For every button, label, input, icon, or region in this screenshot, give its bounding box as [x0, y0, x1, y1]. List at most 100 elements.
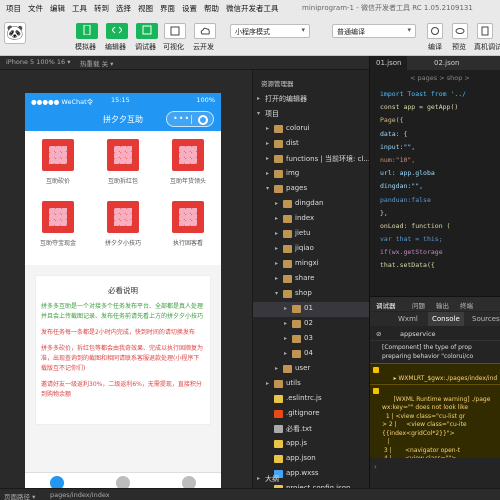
compile-button[interactable]: [427, 23, 443, 39]
menu-item[interactable]: 界面: [160, 3, 175, 17]
file-item[interactable]: .gitignore: [253, 407, 370, 422]
cloud-button[interactable]: [194, 23, 216, 39]
simulator-toggle-button[interactable]: [76, 23, 98, 39]
folder-icon: [283, 215, 292, 223]
code-lines[interactable]: import Toast from '../ const app = getApp…: [380, 90, 500, 275]
folder-item[interactable]: ▸ functions | 当前环境: cl...: [253, 152, 370, 167]
editor-toggle-button[interactable]: [106, 23, 128, 39]
folder-item[interactable]: ▸ jietu: [253, 227, 370, 242]
folder-item[interactable]: ▸ mingxi: [253, 257, 370, 272]
editor-tab[interactable]: 02.json: [428, 56, 465, 70]
console-tab[interactable]: Console: [428, 312, 464, 326]
console-tab[interactable]: Sources: [472, 315, 500, 323]
folder-item[interactable]: ▸ utils: [253, 377, 370, 392]
breadcrumb[interactable]: < pages > shop >: [410, 74, 470, 82]
grid-item-icon: [172, 201, 204, 233]
menu-item[interactable]: 设置: [182, 3, 197, 17]
folder-item[interactable]: ▸ 04: [253, 347, 370, 362]
grid-item[interactable]: 互助拆红包: [93, 139, 153, 185]
outline-section[interactable]: ▸ 大纲: [253, 472, 370, 487]
tree-item-label: colorui: [286, 124, 310, 132]
hot-reload-select[interactable]: 热重载 关 ▾: [80, 58, 113, 68]
grid-item-label: 执行固客看: [172, 240, 203, 247]
folder-item[interactable]: ▾ pages: [253, 182, 370, 197]
file-icon: [274, 425, 283, 433]
console-prompt[interactable]: ›: [374, 463, 377, 471]
menu-item[interactable]: 视图: [138, 3, 153, 17]
page-path-select[interactable]: 页面路径 ▾: [4, 491, 35, 500]
preview-button[interactable]: [452, 23, 468, 39]
chevron-down-icon: ▾: [275, 290, 279, 297]
mode-select[interactable]: 小程序模式 ▾: [230, 24, 310, 38]
devtools-window: 项目 文件 编辑 工具 转到 选择 视图 界面 设置 帮助 微信开发者工具 miniprogram-…: [0, 0, 500, 500]
menu-item[interactable]: 编辑: [50, 3, 65, 17]
menu-item[interactable]: 项目: [6, 3, 21, 17]
outline-label: 大纲: [265, 475, 279, 483]
battery-text: 100%: [196, 96, 215, 104]
folder-item[interactable]: ▾ shop: [253, 287, 370, 302]
compile-select[interactable]: 普通编译 ▾: [332, 24, 416, 38]
remote-debug-button[interactable]: [477, 23, 493, 39]
folder-item[interactable]: ▸ colorui: [253, 122, 370, 137]
grid-item[interactable]: 拼夕夕小技巧: [93, 201, 153, 247]
compile-select-value: 普通编译: [337, 28, 365, 36]
menu-item[interactable]: 工具: [72, 3, 87, 17]
debugger-tab[interactable]: 问题: [412, 300, 425, 310]
folder-item[interactable]: ▸ 01: [253, 302, 370, 317]
menu-item[interactable]: 微信开发者工具: [226, 3, 279, 17]
chevron-right-icon: ▸: [257, 95, 261, 102]
file-item[interactable]: 必看.txt: [253, 422, 370, 437]
window-title: miniprogram-1 - 微信开发者工具 RC 1.05.2109131: [302, 4, 473, 12]
grid-item-icon: [42, 139, 74, 171]
grid-item[interactable]: 互助砍价: [28, 139, 88, 185]
more-icon[interactable]: •••: [173, 114, 190, 123]
folder-icon: [274, 125, 283, 133]
grid-item-icon: [172, 139, 204, 171]
close-icon[interactable]: [198, 115, 208, 125]
menu-item[interactable]: 选择: [116, 3, 131, 17]
menu-item[interactable]: 转到: [94, 3, 109, 17]
chevron-right-icon: ▸: [266, 155, 270, 162]
folder-item[interactable]: ▸ dist: [253, 137, 370, 152]
folder-item[interactable]: ▸ share: [253, 272, 370, 287]
editor-tab[interactable]: 01.json: [370, 56, 408, 70]
feature-grid: 互助砍价 互助拆红包 互助年货领头互助夺宝现金 拼夕夕小技巧 执行固客看: [25, 131, 221, 265]
visual-button[interactable]: [164, 23, 186, 39]
user-avatar[interactable]: 🐼: [4, 22, 26, 44]
folder-item[interactable]: ▸ 03: [253, 332, 370, 347]
chevron-right-icon: ▸: [284, 335, 288, 342]
context-select[interactable]: appservice: [400, 330, 436, 338]
debugger-toggle-button[interactable]: [136, 23, 158, 39]
code-editor: 01.json 02.json < pages > shop > import …: [369, 56, 500, 296]
file-item[interactable]: .eslintrc.js: [253, 392, 370, 407]
file-icon: [274, 410, 283, 418]
grid-item[interactable]: 执行固客看: [158, 201, 218, 247]
clear-icon[interactable]: ⊘: [376, 330, 381, 338]
file-item[interactable]: app.json: [253, 452, 370, 467]
folder-item[interactable]: ▸ dingdan: [253, 197, 370, 212]
menu-item[interactable]: 文件: [28, 3, 43, 17]
tree-section[interactable]: ▾ 项目: [253, 107, 370, 122]
folder-item[interactable]: ▸ jiqiao: [253, 242, 370, 257]
phone-status-bar: ●●●●● WeChat令 15:15 100%: [25, 93, 221, 107]
folder-icon: [283, 365, 292, 373]
tree-section[interactable]: ▸ 打开的编辑器: [253, 92, 370, 107]
folder-item[interactable]: ▸ user: [253, 362, 370, 377]
console-warning-text: [WXML Runtime warning] ./page wx:key="" …: [382, 395, 491, 459]
menu-item[interactable]: 帮助: [204, 3, 219, 17]
folder-item[interactable]: ▸ index: [253, 212, 370, 227]
grid-item-icon: [42, 201, 74, 233]
folder-item[interactable]: ▸ img: [253, 167, 370, 182]
debugger-tab[interactable]: 调试器: [376, 300, 396, 310]
debugger-tab[interactable]: 终端: [460, 300, 473, 310]
file-item[interactable]: app.js: [253, 437, 370, 452]
grid-item[interactable]: 互助夺宝现金: [28, 201, 88, 247]
debugger-tab[interactable]: 输出: [436, 300, 449, 310]
console-tab[interactable]: Wxml: [398, 315, 418, 323]
menu-capsule[interactable]: •••: [166, 111, 214, 127]
device-select[interactable]: iPhone 5 100% 16 ▾: [6, 58, 70, 66]
page-path[interactable]: pages/index/index: [50, 491, 110, 499]
chevron-right-icon: ▸: [284, 350, 288, 357]
grid-item[interactable]: 互助年货领头: [158, 139, 218, 185]
folder-item[interactable]: ▸ 02: [253, 317, 370, 332]
